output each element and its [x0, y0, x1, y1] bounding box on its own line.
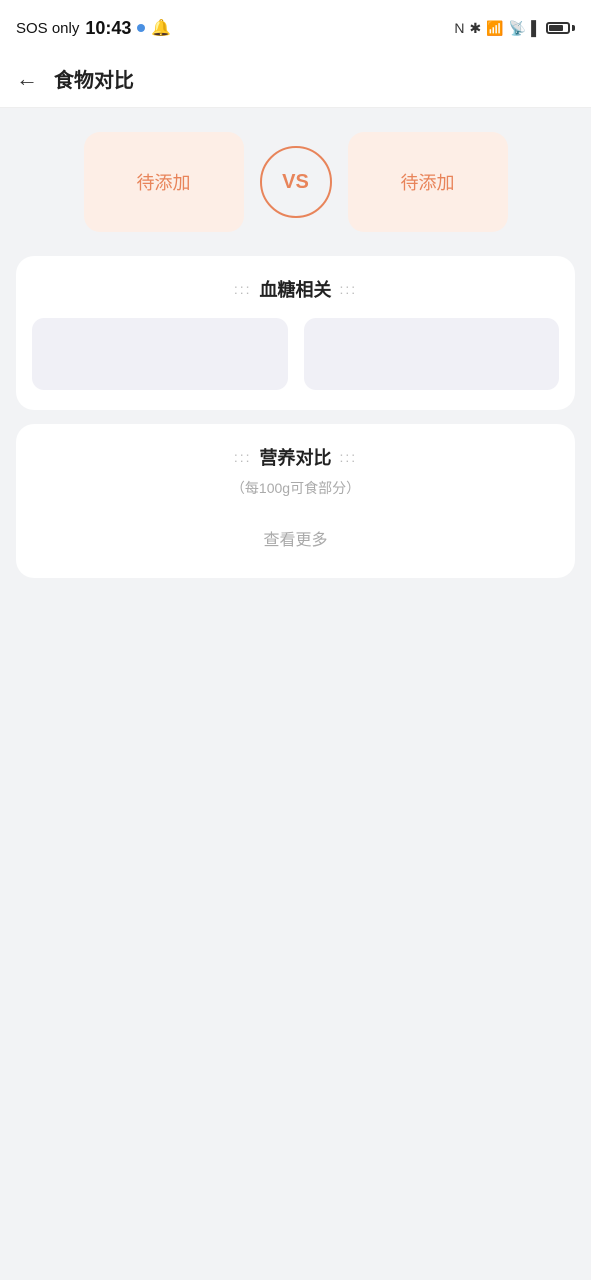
blood-sugar-dots-left: :::	[234, 281, 252, 297]
blood-sugar-card: ::: 血糖相关 :::	[16, 256, 575, 410]
blood-sugar-title: 血糖相关	[260, 276, 332, 302]
signal-icon: 📶	[486, 20, 503, 37]
battery-icon	[546, 22, 575, 34]
blood-sugar-placeholder-left	[32, 318, 288, 390]
status-dot-icon	[137, 24, 145, 32]
back-button[interactable]: ←	[16, 66, 38, 92]
nutrition-dots-right: :::	[340, 449, 358, 465]
view-more-button[interactable]: 查看更多	[32, 518, 559, 558]
main-content: 待添加 VS 待添加 ::: 血糖相关 ::: ::: 营养对比 ::: （每1…	[0, 108, 591, 578]
nav-bar: ← 食物对比	[0, 52, 591, 108]
status-right: N ✱ 📶 📡 ▌	[454, 20, 575, 37]
add-food-left-button[interactable]: 待添加	[84, 132, 244, 232]
vs-circle: VS	[260, 146, 332, 218]
vs-row: 待添加 VS 待添加	[16, 132, 575, 232]
wifi-icon: 📡	[509, 20, 526, 37]
status-bar: SOS only 10:43 🔔 N ✱ 📶 📡 ▌	[0, 0, 591, 52]
add-food-right-button[interactable]: 待添加	[348, 132, 508, 232]
blood-sugar-placeholders	[32, 318, 559, 390]
nutrition-header: ::: 营养对比 :::	[32, 444, 559, 470]
status-time: 10:43	[85, 18, 131, 39]
sos-text: SOS only	[16, 20, 79, 37]
nutrition-dots-left: :::	[234, 449, 252, 465]
nutrition-title: 营养对比	[260, 444, 332, 470]
bell-icon: 🔔	[151, 18, 171, 38]
blood-sugar-placeholder-right	[304, 318, 560, 390]
status-left: SOS only 10:43 🔔	[16, 18, 171, 39]
blood-sugar-header: ::: 血糖相关 :::	[32, 276, 559, 302]
nutrition-card: ::: 营养对比 ::: （每100g可食部分） 查看更多	[16, 424, 575, 578]
battery-bar-icon: ▌	[531, 20, 541, 36]
bluetooth-icon: ✱	[469, 20, 481, 37]
nutrition-subtitle: （每100g可食部分）	[32, 478, 559, 498]
page-title: 食物对比	[54, 64, 134, 93]
blood-sugar-dots-right: :::	[340, 281, 358, 297]
nfc-icon: N	[454, 20, 464, 36]
